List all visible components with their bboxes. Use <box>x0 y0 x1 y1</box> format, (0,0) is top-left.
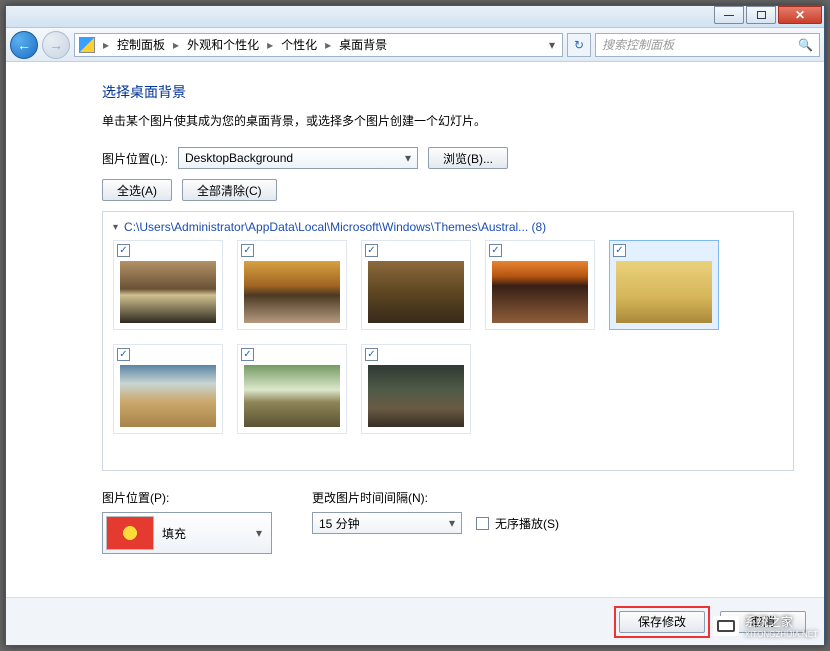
picture-location-label: 图片位置(L): <box>102 150 168 167</box>
thumbnail-image <box>492 261 588 323</box>
navbar: ← → ▸ 控制面板 ▸ 外观和个性化 ▸ 个性化 ▸ 桌面背景 ▾ ↻ 搜索控… <box>6 28 824 62</box>
thumbnail-image <box>120 365 216 427</box>
chevron-down-icon: ▾ <box>449 516 455 530</box>
thumbnail-checkbox[interactable]: ✓ <box>613 244 626 257</box>
picture-location-value: DesktopBackground <box>185 151 293 165</box>
crumb-appearance[interactable]: 外观和个性化 <box>187 36 259 53</box>
select-all-button[interactable]: 全选(A) <box>102 179 172 201</box>
thumbnail-image <box>368 365 464 427</box>
crumb-desktop-background[interactable]: 桌面背景 <box>339 36 387 53</box>
cancel-button[interactable]: 取消 <box>720 611 806 633</box>
position-section: 图片位置(P): 填充 ▾ <box>102 489 272 554</box>
crumb-sep: ▸ <box>99 38 113 52</box>
thumbnail-image <box>244 261 340 323</box>
refresh-icon: ↻ <box>574 38 584 52</box>
wallpaper-gallery: ▾ C:\Users\Administrator\AppData\Local\M… <box>102 211 794 471</box>
minimize-button[interactable] <box>714 6 744 24</box>
thumbnail-checkbox[interactable]: ✓ <box>117 348 130 361</box>
thumbnail-australia-5[interactable]: ✓ <box>609 240 719 330</box>
search-icon: 🔍 <box>798 38 813 52</box>
page-title: 选择桌面背景 <box>102 82 794 102</box>
crumb-control-panel[interactable]: 控制面板 <box>117 36 165 53</box>
position-value: 填充 <box>162 525 186 542</box>
thumbnail-australia-1[interactable]: ✓ <box>113 240 223 330</box>
close-icon: ✕ <box>795 8 805 22</box>
footer: 保存修改 取消 <box>6 597 824 645</box>
clear-all-button[interactable]: 全部清除(C) <box>182 179 277 201</box>
checkbox-icon <box>476 517 489 530</box>
group-header[interactable]: ▾ C:\Users\Administrator\AppData\Local\M… <box>113 220 783 234</box>
position-label: 图片位置(P): <box>102 489 272 506</box>
thumbnail-checkbox[interactable]: ✓ <box>489 244 502 257</box>
window: ✕ ← → ▸ 控制面板 ▸ 外观和个性化 ▸ 个性化 ▸ 桌面背景 ▾ ↻ 搜… <box>5 5 825 646</box>
save-highlight: 保存修改 <box>614 606 710 638</box>
back-icon: ← <box>17 37 31 53</box>
thumbnail-checkbox[interactable]: ✓ <box>365 348 378 361</box>
thumbnail-image <box>616 261 712 323</box>
interval-section: 更改图片时间间隔(N): 15 分钟 ▾ 无序播放(S) <box>312 489 559 554</box>
save-button[interactable]: 保存修改 <box>619 611 705 633</box>
content: 选择桌面背景 单击某个图片使其成为您的桌面背景，或选择多个图片创建一个幻灯片。 … <box>6 62 824 645</box>
picture-location-combo[interactable]: DesktopBackground ▾ <box>178 147 418 169</box>
thumbnail-image <box>368 261 464 323</box>
group-path: C:\Users\Administrator\AppData\Local\Mic… <box>124 220 546 234</box>
thumbnail-checkbox[interactable]: ✓ <box>241 348 254 361</box>
address-bar[interactable]: ▸ 控制面板 ▸ 外观和个性化 ▸ 个性化 ▸ 桌面背景 ▾ <box>74 33 563 57</box>
maximize-button[interactable] <box>746 6 776 24</box>
control-panel-icon <box>79 37 95 53</box>
address-dropdown-icon[interactable]: ▾ <box>546 38 558 52</box>
thumbnail-australia-6[interactable]: ✓ <box>113 344 223 434</box>
minimize-icon <box>724 15 734 16</box>
titlebar: ✕ <box>6 6 824 28</box>
browse-button[interactable]: 浏览(B)... <box>428 147 508 169</box>
refresh-button[interactable]: ↻ <box>567 33 591 57</box>
position-combo[interactable]: 填充 ▾ <box>102 512 272 554</box>
nav-forward-button[interactable]: → <box>42 31 70 59</box>
thumbnail-australia-3[interactable]: ✓ <box>361 240 471 330</box>
interval-combo[interactable]: 15 分钟 ▾ <box>312 512 462 534</box>
chevron-down-icon: ▾ <box>256 526 268 540</box>
chevron-down-icon: ▾ <box>405 151 411 165</box>
crumb-personalization[interactable]: 个性化 <box>281 36 317 53</box>
thumbnail-checkbox[interactable]: ✓ <box>365 244 378 257</box>
search-placeholder: 搜索控制面板 <box>602 36 674 53</box>
thumbnail-checkbox[interactable]: ✓ <box>241 244 254 257</box>
thumbnail-australia-8[interactable]: ✓ <box>361 344 471 434</box>
thumbnail-australia-2[interactable]: ✓ <box>237 240 347 330</box>
thumbnail-australia-4[interactable]: ✓ <box>485 240 595 330</box>
thumbnail-australia-7[interactable]: ✓ <box>237 344 347 434</box>
page-description: 单击某个图片使其成为您的桌面背景，或选择多个图片创建一个幻灯片。 <box>102 112 794 129</box>
shuffle-checkbox[interactable]: 无序播放(S) <box>476 515 559 532</box>
search-input[interactable]: 搜索控制面板 🔍 <box>595 33 820 57</box>
position-preview-icon <box>106 516 154 550</box>
interval-label: 更改图片时间间隔(N): <box>312 489 559 506</box>
thumbnail-grid: ✓ ✓ ✓ ✓ ✓ ✓ ✓ ✓ <box>113 240 783 434</box>
collapse-icon: ▾ <box>113 222 118 233</box>
forward-icon: → <box>49 37 63 53</box>
close-button[interactable]: ✕ <box>778 6 822 24</box>
shuffle-label: 无序播放(S) <box>495 515 559 532</box>
maximize-icon <box>757 11 766 19</box>
thumbnail-image <box>120 261 216 323</box>
thumbnail-image <box>244 365 340 427</box>
nav-back-button[interactable]: ← <box>10 31 38 59</box>
thumbnail-checkbox[interactable]: ✓ <box>117 244 130 257</box>
interval-value: 15 分钟 <box>319 515 360 532</box>
